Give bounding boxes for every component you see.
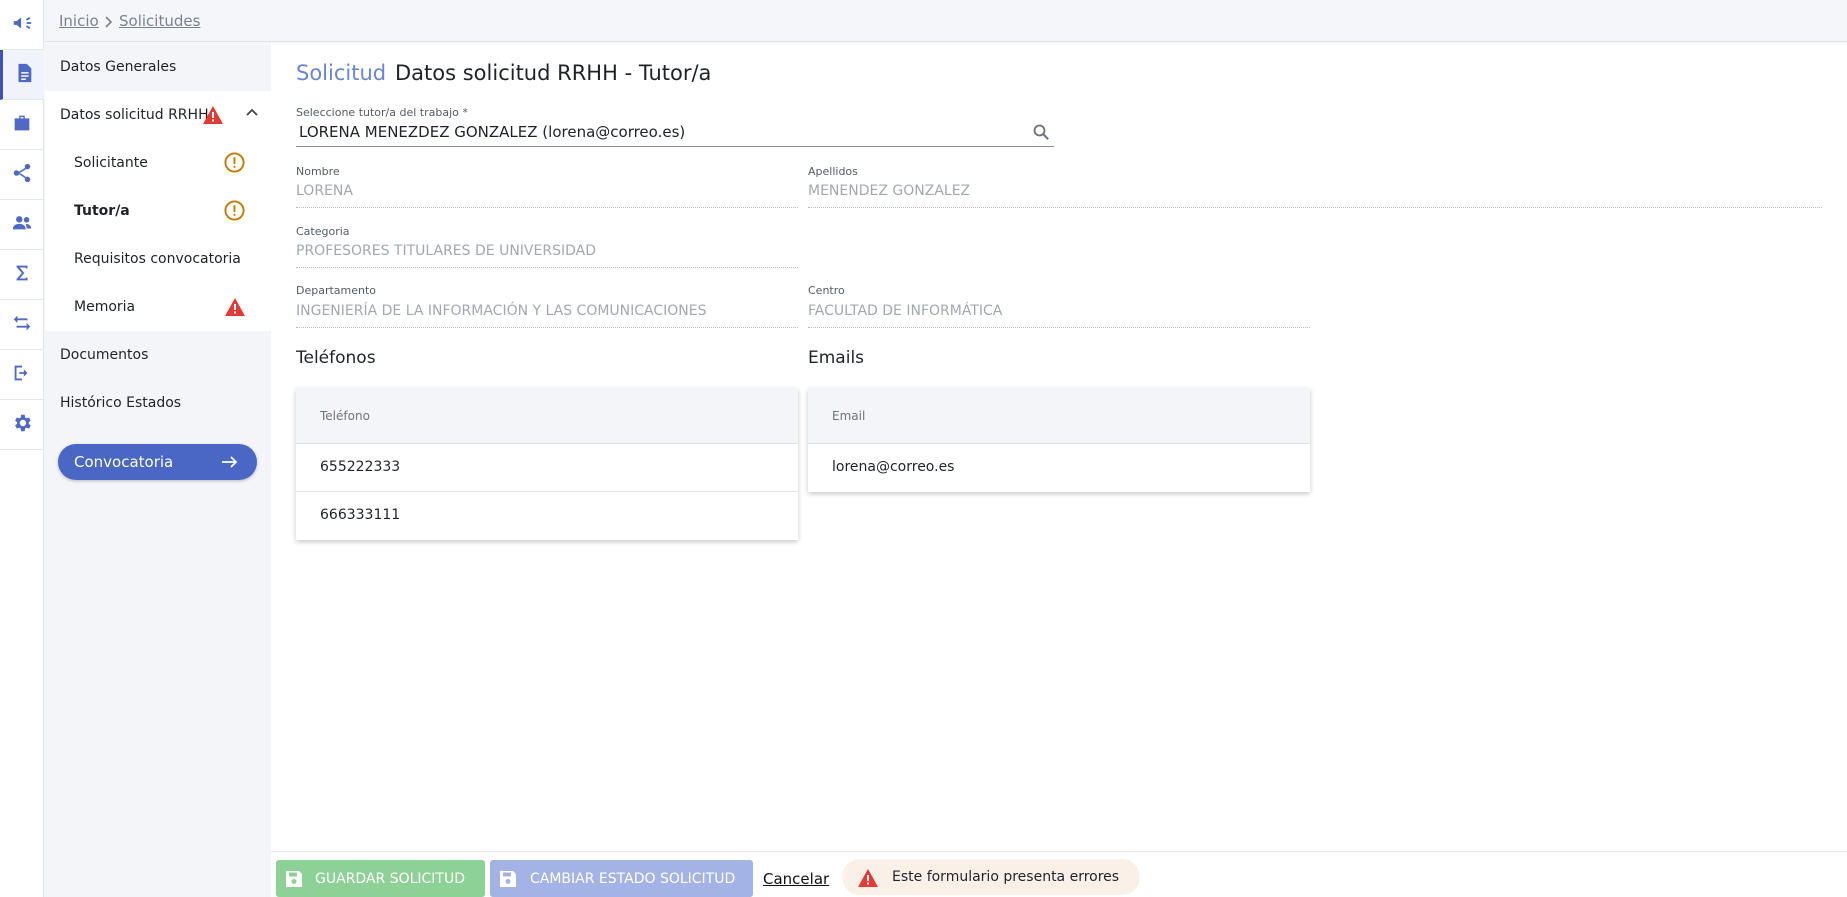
- chevron-up-icon[interactable]: [244, 105, 260, 121]
- nav-item-label: Histórico Estados: [60, 395, 182, 411]
- departamento-underline: [296, 327, 798, 328]
- nombre-label: Nombre: [296, 165, 340, 178]
- table-cell: lorena@correo.es: [832, 459, 955, 475]
- error-triangle-icon: [202, 105, 224, 125]
- categoria-underline: [296, 267, 798, 268]
- change-state-button-label: CAMBIAR ESTADO SOLICITUD: [530, 871, 736, 887]
- page-title-prefix: Solicitud: [296, 61, 387, 85]
- nav-item-datos-generales[interactable]: Datos Generales: [45, 43, 271, 91]
- convocatoria-button-label: Convocatoria: [74, 453, 174, 471]
- breadcrumb-home-link[interactable]: Inicio: [59, 12, 99, 30]
- form-error-message: Este formulario presenta errores: [892, 869, 1120, 885]
- table-row[interactable]: 666333111: [296, 492, 798, 540]
- chevron-right-icon: [101, 14, 115, 28]
- arrow-right-icon: [221, 455, 239, 469]
- tutor-field-label: Seleccione tutor/a del trabajo *: [296, 106, 468, 119]
- error-triangle-icon: [857, 868, 879, 888]
- error-triangle-icon: [224, 297, 246, 317]
- search-icon[interactable]: [1032, 123, 1050, 141]
- emails-table: Email lorena@correo.es: [808, 388, 1310, 492]
- nav-item-historico[interactable]: Histórico Estados: [45, 379, 271, 427]
- swap-icon: [11, 312, 33, 338]
- nav-item-documentos[interactable]: Documentos: [45, 331, 271, 379]
- rail-item-announcements[interactable]: [0, 0, 44, 50]
- telefonos-table: Teléfono 655222333 666333111: [296, 388, 798, 540]
- convocatoria-button[interactable]: Convocatoria: [58, 444, 257, 480]
- cancel-link[interactable]: Cancelar: [763, 870, 829, 888]
- change-state-button[interactable]: CAMBIAR ESTADO SOLICITUD: [490, 860, 753, 897]
- nav-subitem-label: Tutor/a: [74, 203, 130, 219]
- column-header-email: Email: [832, 409, 866, 423]
- document-icon: [13, 62, 35, 88]
- icon-rail: [0, 0, 44, 897]
- table-cell: 655222333: [320, 459, 401, 475]
- gear-icon: [11, 412, 33, 438]
- nav-subitem-solicitante[interactable]: Solicitante: [45, 139, 271, 187]
- nav-subitem-memoria[interactable]: Memoria: [45, 283, 271, 331]
- departamento-value: INGENIERÍA DE LA INFORMACIÓN Y LAS COMUN…: [296, 303, 707, 319]
- form-error-banner: Este formulario presenta errores: [842, 859, 1140, 895]
- nombre-underline: [296, 207, 798, 208]
- apellidos-label: Apellidos: [808, 165, 858, 178]
- rail-item-briefcase[interactable]: [0, 100, 44, 150]
- floppy-disk-icon: [498, 869, 518, 889]
- main-content: Solicitud Datos solicitud RRHH - Tutor/a…: [271, 43, 1847, 851]
- categoria-value: PROFESORES TITULARES DE UNIVERSIDAD: [296, 243, 596, 259]
- rail-item-settings[interactable]: [0, 400, 44, 450]
- people-icon: [11, 212, 33, 238]
- nombre-value: LORENA: [296, 183, 353, 199]
- save-button[interactable]: GUARDAR SOLICITUD: [276, 860, 485, 897]
- emails-heading: Emails: [808, 348, 865, 368]
- departamento-label: Departamento: [296, 284, 377, 297]
- page-title: Datos solicitud RRHH - Tutor/a: [395, 61, 712, 85]
- share-icon: [11, 162, 33, 188]
- megaphone-icon: [11, 12, 33, 38]
- logout-icon: [11, 362, 33, 388]
- app-root: Inicio Solicitudes Datos Generales Datos…: [0, 0, 1847, 897]
- table-header: Email: [808, 388, 1310, 444]
- table-row[interactable]: lorena@correo.es: [808, 444, 1310, 492]
- nav-subitem-label: Memoria: [74, 299, 136, 315]
- centro-underline: [808, 327, 1310, 328]
- save-button-label: GUARDAR SOLICITUD: [315, 871, 466, 887]
- table-row[interactable]: 655222333: [296, 444, 798, 492]
- nav-subitem-tutor[interactable]: Tutor/a: [45, 187, 271, 235]
- nav-subitem-requisitos[interactable]: Requisitos convocatoria: [45, 235, 271, 283]
- nav-subitem-label: Solicitante: [74, 155, 148, 171]
- apellidos-value: MENENDEZ GONZALEZ: [808, 183, 971, 199]
- nav-item-label: Documentos: [60, 347, 149, 363]
- table-cell: 666333111: [320, 507, 401, 523]
- floppy-disk-icon: [284, 869, 304, 889]
- nav-item-datos-solicitud[interactable]: Datos solicitud RRHH: [45, 91, 271, 139]
- rail-item-share[interactable]: [0, 150, 44, 200]
- nav-subitem-label: Requisitos convocatoria: [74, 251, 241, 267]
- tutor-autocomplete-input[interactable]: LORENA MENEZDEZ GONZALEZ (lorena@correo.…: [296, 121, 1054, 147]
- categoria-label: Categoria: [296, 225, 350, 238]
- apellidos-underline: [808, 207, 1822, 208]
- rail-item-swap[interactable]: [0, 300, 44, 350]
- rail-item-logout[interactable]: [0, 350, 44, 400]
- nav-item-label: Datos solicitud RRHH: [60, 107, 209, 123]
- centro-label: Centro: [808, 284, 845, 297]
- breadcrumb: Inicio Solicitudes: [45, 0, 1847, 42]
- column-header-telefono: Teléfono: [320, 409, 370, 423]
- sigma-icon: [11, 262, 33, 288]
- centro-value: FACULTAD DE INFORMÁTICA: [808, 303, 1003, 319]
- warning-circle-icon: [224, 152, 245, 173]
- telefonos-heading: Teléfonos: [296, 348, 376, 368]
- table-header: Teléfono: [296, 388, 798, 444]
- breadcrumb-current-link[interactable]: Solicitudes: [119, 12, 200, 30]
- nav-item-label: Datos Generales: [60, 59, 177, 75]
- warning-circle-icon: [224, 200, 245, 221]
- section-nav: Datos Generales Datos solicitud RRHH Sol…: [45, 43, 271, 897]
- rail-item-solicitudes[interactable]: [0, 50, 44, 100]
- rail-item-people[interactable]: [0, 200, 44, 250]
- tutor-input-value: LORENA MENEZDEZ GONZALEZ (lorena@correo.…: [299, 123, 686, 141]
- form-action-bar: GUARDAR SOLICITUD CAMBIAR ESTADO SOLICIT…: [271, 851, 1847, 897]
- rail-item-sigma[interactable]: [0, 250, 44, 300]
- briefcase-icon: [11, 112, 33, 138]
